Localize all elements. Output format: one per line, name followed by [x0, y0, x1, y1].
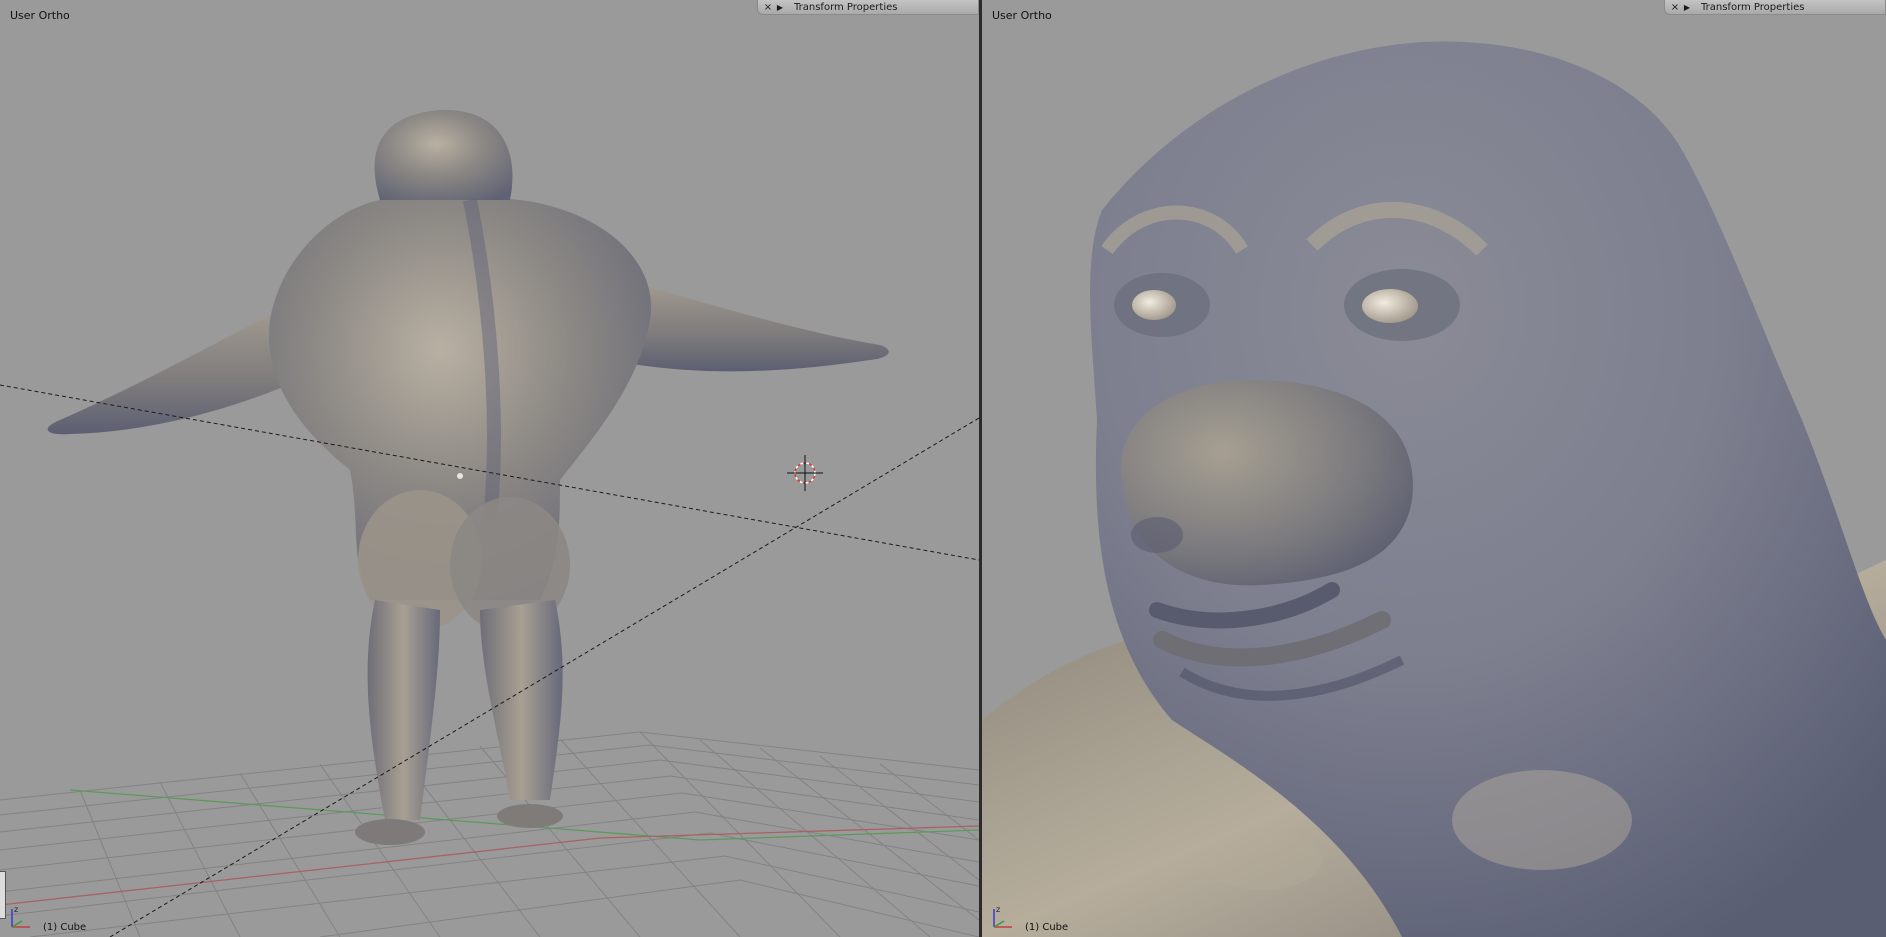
transform-properties-panel-header[interactable]: × ▶ Transform Properties [757, 0, 979, 15]
x-axis-line [0, 825, 979, 906]
axis-gizmo-icon: z [11, 905, 30, 928]
eye-left [1132, 290, 1176, 320]
axis-gizmo-icon: z [993, 905, 1012, 928]
expand-triangle-icon[interactable]: ▶ [1681, 3, 1693, 12]
close-icon[interactable]: × [762, 2, 774, 13]
active-object-label: (1) Cube [43, 922, 87, 933]
viewport-left[interactable]: User Ortho × ▶ Transform Properties z (1… [0, 0, 979, 937]
viewport-left-canvas[interactable] [0, 0, 979, 937]
svg-text:z: z [996, 905, 1000, 914]
3d-cursor-icon[interactable] [787, 455, 823, 491]
viewport-right[interactable]: User Ortho × ▶ Transform Properties z (1… [982, 0, 1886, 937]
active-object-label: (1) Cube [1025, 922, 1069, 933]
eye-right [1362, 289, 1418, 323]
transform-properties-panel-header[interactable]: × ▶ Transform Properties [1664, 0, 1886, 15]
close-icon[interactable]: × [1669, 2, 1681, 13]
viewport-edge-handle[interactable] [0, 871, 6, 919]
svg-text:z: z [14, 905, 18, 914]
panel-title: Transform Properties [1701, 1, 1805, 13]
panel-title: Transform Properties [794, 1, 898, 13]
viewport-right-canvas[interactable] [982, 0, 1886, 937]
blender-workspace: User Ortho × ▶ Transform Properties z (1… [0, 0, 1886, 937]
mesh-head-closeup[interactable] [982, 41, 1886, 937]
mesh-body-back-view[interactable] [47, 109, 889, 845]
expand-triangle-icon[interactable]: ▶ [774, 3, 786, 12]
view-label: User Ortho [10, 9, 70, 22]
view-label: User Ortho [992, 9, 1052, 22]
floor-grid [0, 731, 979, 937]
